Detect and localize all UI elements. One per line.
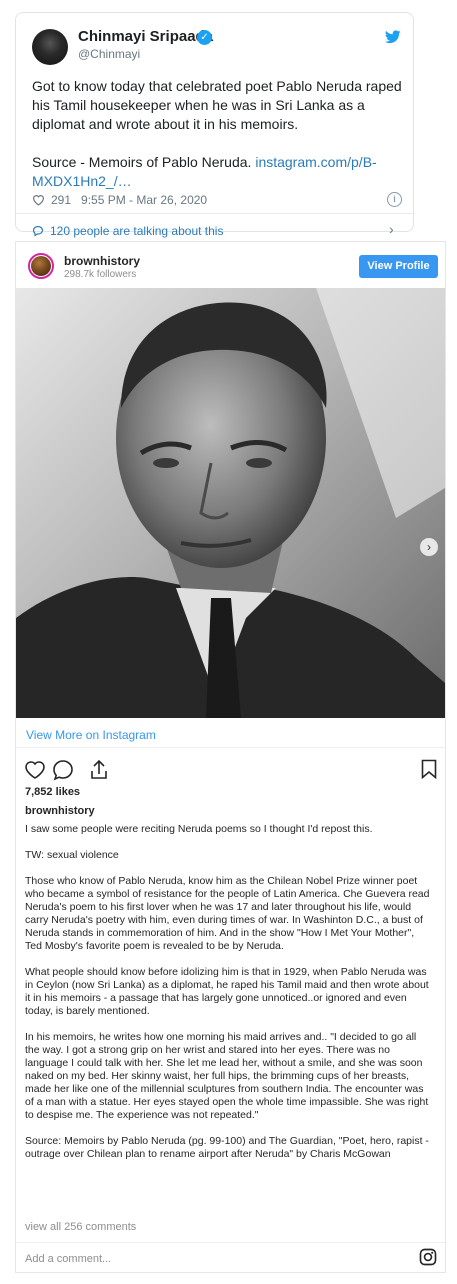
comment-bubble-icon <box>32 225 44 237</box>
tweet-meta: 291 9:55 PM - Mar 26, 2020 <box>32 193 207 207</box>
share-icon[interactable] <box>91 759 107 779</box>
instagram-username[interactable]: brownhistory <box>64 254 140 268</box>
verified-check-icon: ✓ <box>197 30 212 45</box>
info-icon[interactable]: i <box>387 192 402 207</box>
view-comments-link[interactable]: view all 256 comments <box>25 1221 136 1233</box>
bookmark-icon[interactable] <box>421 759 437 779</box>
next-image-button[interactable]: › <box>420 538 438 556</box>
divider <box>16 747 445 748</box>
portrait-image <box>16 288 445 718</box>
tweet-author-handle[interactable]: @Chinmayi <box>78 47 140 61</box>
heart-icon[interactable] <box>32 194 45 206</box>
divider <box>16 1242 445 1243</box>
tweet-card: Chinmayi Sripaada ✓ @Chinmayi Got to kno… <box>15 12 414 238</box>
caption-username[interactable]: brownhistory <box>25 805 95 817</box>
tweet-timestamp[interactable]: 9:55 PM - Mar 26, 2020 <box>81 193 207 207</box>
like-heart-icon[interactable] <box>25 761 45 779</box>
tweet-talking-count: 120 people are talking about this <box>50 224 224 238</box>
tweet-conversation-link[interactable]: 120 people are talking about this <box>32 224 223 238</box>
instagram-followers: 298.7k followers <box>64 269 137 280</box>
view-profile-button[interactable]: View Profile <box>359 255 438 278</box>
tweet-author-name[interactable]: Chinmayi Sripaada <box>78 28 213 45</box>
tweet-divider <box>16 213 413 214</box>
add-comment-field[interactable]: Add a comment... <box>25 1253 111 1265</box>
action-bar <box>24 759 114 786</box>
tweet-like-count[interactable]: 291 <box>51 193 71 207</box>
twitter-bird-icon[interactable] <box>385 30 401 44</box>
tweet-text: Got to know today that celebrated poet P… <box>32 77 404 191</box>
view-more-link[interactable]: View More on Instagram <box>26 728 156 742</box>
chevron-right-icon[interactable]: › <box>389 221 394 237</box>
tweet-avatar[interactable] <box>32 29 68 65</box>
comment-icon[interactable] <box>53 760 73 781</box>
instagram-logo-icon[interactable] <box>419 1248 437 1266</box>
instagram-avatar[interactable] <box>28 253 54 279</box>
instagram-embed: brownhistory 298.7k followers View Profi… <box>15 241 446 1273</box>
like-count[interactable]: 7,852 likes <box>25 786 80 798</box>
caption-text: I saw some people were reciting Neruda p… <box>25 823 430 1160</box>
post-photo[interactable]: › <box>16 288 445 718</box>
